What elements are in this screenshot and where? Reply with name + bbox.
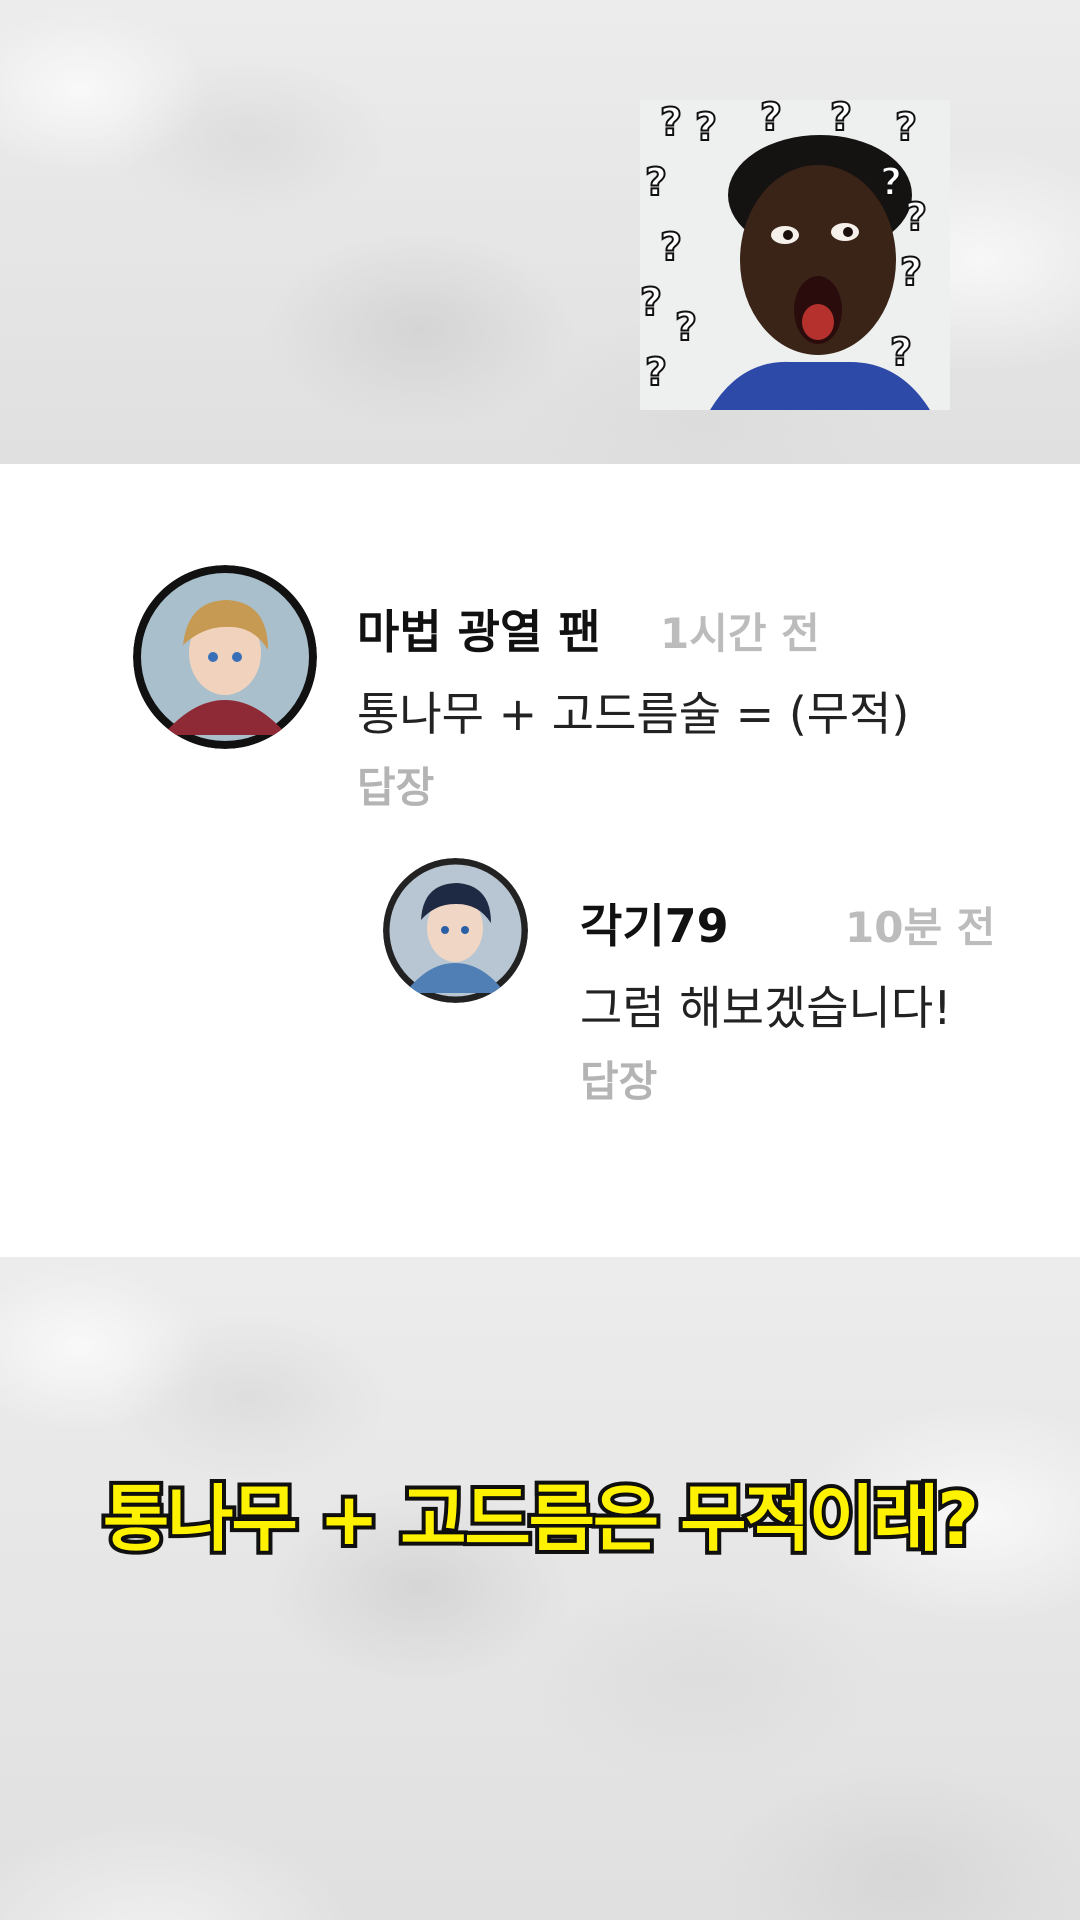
svg-text:?: ? (640, 280, 662, 324)
comment-text: 그럼 해보겠습니다! (580, 981, 952, 1035)
video-caption: 통나무 + 고드름은 무적이래? (99, 1473, 983, 1565)
svg-text:?: ? (645, 160, 667, 204)
author-avatar[interactable] (133, 565, 317, 749)
svg-text:?: ? (890, 330, 912, 374)
comment-timestamp: 1시간 전 (660, 609, 820, 658)
author-avatar[interactable] (383, 858, 528, 1003)
svg-text:?: ? (760, 100, 782, 139)
comment-text: 통나무 + 고드름술 = (무적) (357, 687, 910, 741)
svg-text:?: ? (645, 350, 667, 394)
svg-text:?: ? (695, 105, 717, 149)
reply-button[interactable]: 답장 (357, 754, 434, 815)
comment-author[interactable]: 마법 광열 팬 (357, 596, 601, 662)
comment-timestamp: 10분 전 (845, 903, 996, 952)
reply-button[interactable]: 답장 (580, 1048, 657, 1109)
blurred-background-bottom (0, 1257, 1080, 1920)
svg-text:?: ? (895, 105, 917, 149)
reaction-meme-image: ??? ??? ??? ??? ?? (640, 100, 950, 410)
svg-text:?: ? (900, 250, 922, 294)
comment-card: 마법 광열 팬 1시간 전 통나무 + 고드름술 = (무적) 답장 각기79 … (0, 464, 1080, 1257)
comment-author[interactable]: 각기79 (580, 890, 729, 956)
svg-text:?: ? (830, 100, 852, 139)
svg-text:?: ? (660, 225, 682, 269)
svg-text:?: ? (905, 195, 927, 239)
svg-text:?: ? (880, 160, 902, 204)
svg-text:?: ? (660, 100, 682, 144)
svg-text:?: ? (675, 305, 697, 349)
